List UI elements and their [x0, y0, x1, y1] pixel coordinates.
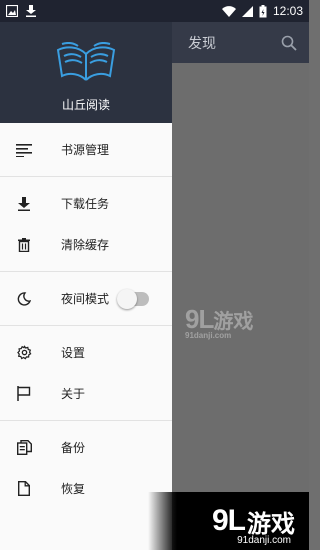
navigation-drawer: 山丘阅读 书源管理 下载任务 清除缓存 夜间模式 设置 关于 备份 恢复: [0, 22, 172, 550]
menu-item-night-mode[interactable]: 夜间模式: [0, 278, 172, 319]
watermark-brand-cn: 游戏: [213, 311, 254, 333]
book-logo-icon: [56, 42, 116, 81]
copy-icon: [16, 440, 32, 456]
toggle-knob: [117, 288, 138, 309]
moon-icon: [16, 291, 32, 307]
trash-icon: [16, 237, 32, 253]
menu-item-download-tasks[interactable]: 下载任务: [0, 183, 172, 224]
signal-icon: [241, 5, 253, 17]
banner-brand: 9L: [211, 504, 246, 537]
menu-group-backup: 备份 恢复: [0, 421, 172, 515]
drawer-header: 山丘阅读: [0, 22, 172, 123]
file-icon: [16, 481, 32, 497]
night-mode-toggle[interactable]: [117, 288, 150, 309]
drawer-app-name: 山丘阅读: [61, 98, 110, 112]
watermark-banner: 9L 游戏 91danji.com: [148, 492, 309, 550]
watermark-brand: 9L: [185, 304, 214, 334]
menu-item-about[interactable]: 关于: [0, 373, 172, 414]
menu-item-label: 备份: [61, 441, 86, 455]
menu-item-source-management[interactable]: 书源管理: [0, 129, 172, 170]
menu-item-label: 下载任务: [61, 197, 110, 211]
menu-item-clear-cache[interactable]: 清除缓存: [0, 224, 172, 265]
menu-item-label: 清除缓存: [61, 238, 110, 252]
status-time: 12:03: [272, 4, 303, 18]
menu-item-label: 夜间模式: [61, 292, 110, 306]
image-icon: [6, 5, 18, 17]
menu-item-label: 恢复: [61, 482, 86, 496]
menu-item-backup[interactable]: 备份: [0, 427, 172, 468]
status-icons-right: 12:03: [221, 4, 303, 18]
gear-icon: [16, 345, 32, 361]
flag-icon: [16, 386, 32, 402]
download-icon: [16, 196, 32, 212]
menu-item-restore[interactable]: 恢复: [0, 468, 172, 509]
menu-group-settings: 设置 关于: [0, 326, 172, 421]
watermark: 9L游戏 91danji.com: [185, 304, 253, 340]
battery-icon: [259, 4, 267, 17]
menu-group-storage: 下载任务 清除缓存: [0, 177, 172, 272]
list-icon: [16, 142, 32, 158]
menu-item-settings[interactable]: 设置: [0, 332, 172, 373]
status-bar: 12:03: [0, 0, 309, 22]
menu-group-sources: 书源管理: [0, 123, 172, 177]
banner-site: 91danji.com: [237, 535, 291, 546]
menu-item-label: 书源管理: [61, 143, 110, 157]
menu-group-night: 夜间模式: [0, 272, 172, 326]
download-status-icon: [26, 5, 36, 17]
menu-item-label: 关于: [61, 387, 86, 401]
menu-item-label: 设置: [61, 346, 86, 360]
search-icon[interactable]: [281, 35, 297, 51]
app-bar: 发现: [172, 22, 309, 63]
wifi-icon: [221, 5, 236, 17]
status-icons-left: [6, 5, 36, 17]
app-bar-title: 发现: [188, 35, 216, 52]
banner-brand-cn: 游戏: [247, 510, 295, 538]
